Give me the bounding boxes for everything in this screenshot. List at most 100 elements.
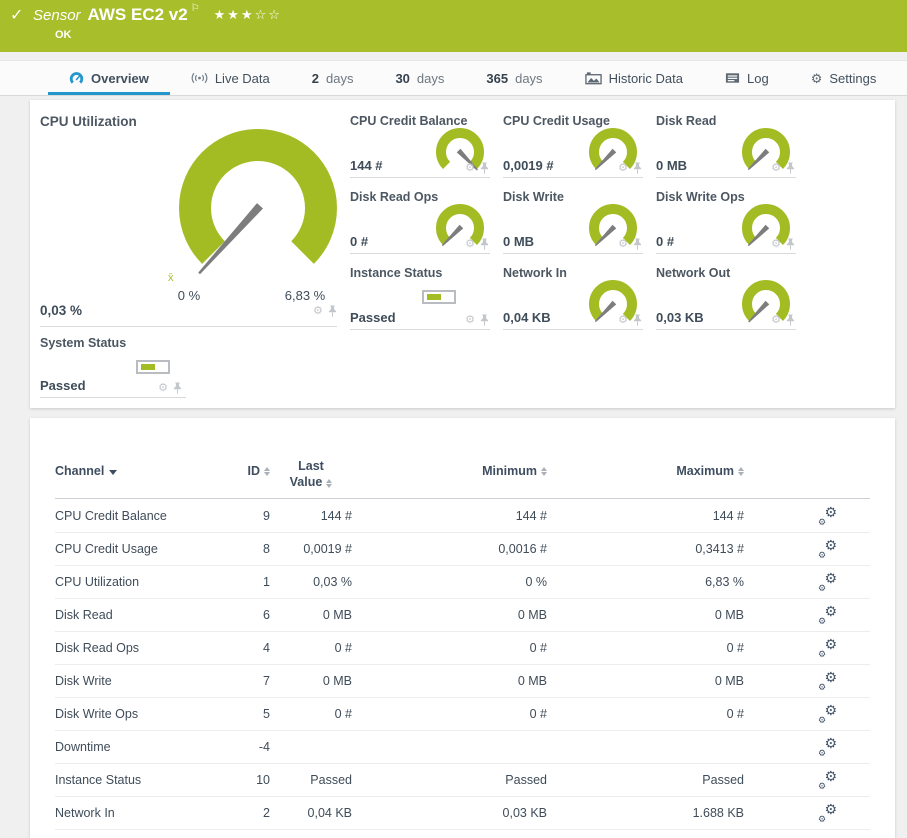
gear-icon[interactable]: ⚙: [771, 163, 781, 174]
pin-icon[interactable]: [480, 314, 489, 330]
channel-settings-icon[interactable]: ⚙ ⚙: [818, 637, 837, 659]
channel-tile: Network Out 0,03 KB ⚙: [656, 266, 796, 330]
cell-maximum: 1.688 KB: [692, 806, 744, 820]
pin-icon[interactable]: [786, 314, 795, 330]
gauge-max-label: 6,83 %: [284, 288, 326, 303]
pin-icon[interactable]: [480, 238, 489, 254]
cell-minimum: 0 #: [529, 707, 547, 721]
table-row: CPU Credit Usage 8 0,0019 # 0,0016 # 0,3…: [55, 533, 870, 566]
cell-id: 4: [263, 641, 270, 655]
column-header-id[interactable]: ID: [215, 458, 270, 498]
tab-number: 2: [311, 70, 319, 86]
log-icon: [725, 72, 740, 84]
tab-log[interactable]: Log: [704, 61, 790, 95]
tab-overview[interactable]: Overview: [48, 61, 170, 95]
prtg-sensor-page: ✓ Sensor AWS EC2 v2 ⚐ ★★★☆☆ OK Overview …: [0, 0, 907, 838]
cell-channel: Disk Read Ops: [55, 641, 140, 655]
channel-settings-icon[interactable]: ⚙ ⚙: [818, 769, 837, 791]
channel-tile: CPU Credit Usage 0,0019 # ⚙: [503, 114, 643, 178]
sensor-kind-label: Sensor: [33, 6, 81, 24]
column-header-maximum[interactable]: Maximum: [547, 458, 744, 498]
gear-icon[interactable]: ⚙: [465, 163, 475, 174]
channel-tile: Disk Read 0 MB ⚙: [656, 114, 796, 178]
pin-icon[interactable]: [633, 314, 642, 330]
cell-channel: Disk Read: [55, 608, 113, 622]
tab-30-days[interactable]: 30 days: [374, 61, 465, 95]
channel-settings-icon[interactable]: ⚙ ⚙: [818, 736, 837, 758]
channel-tile: Network In 0,04 KB ⚙: [503, 266, 643, 330]
cell-minimum: 0 MB: [517, 674, 547, 688]
tab-live-data[interactable]: Live Data: [170, 61, 291, 95]
cell-id: 9: [263, 509, 270, 523]
channel-value: 0 #: [350, 234, 369, 249]
column-header-last-value[interactable]: Last Value: [270, 458, 352, 498]
pin-icon[interactable]: [786, 238, 795, 254]
column-header-channel[interactable]: Channel: [55, 458, 215, 498]
priority-stars[interactable]: ★★★☆☆: [214, 7, 282, 23]
channel-value: Passed: [40, 378, 86, 393]
tab-label: Historic Data: [608, 70, 683, 86]
tab-historic-data[interactable]: Historic Data: [564, 61, 704, 95]
broadcast-icon: [191, 72, 208, 84]
channel-settings-icon[interactable]: ⚙ ⚙: [818, 670, 837, 692]
channel-title: CPU Utilization: [40, 114, 137, 129]
channel-settings-icon[interactable]: ⚙ ⚙: [818, 703, 837, 725]
gear-icon[interactable]: ⚙: [771, 239, 781, 250]
cell-channel: CPU Credit Usage: [55, 542, 158, 556]
cell-last-value: 144 #: [320, 509, 352, 523]
cell-channel: Disk Write Ops: [55, 707, 139, 721]
cell-minimum: 0 #: [529, 641, 547, 655]
pin-icon[interactable]: [328, 305, 337, 321]
channel-settings-icon[interactable]: ⚙ ⚙: [818, 802, 837, 824]
sensor-name: AWS EC2 v2: [87, 5, 188, 24]
table-header: Channel ID Last Value Minimum Maximum: [55, 458, 870, 499]
pin-icon[interactable]: [786, 162, 795, 178]
sort-icon[interactable]: [326, 479, 333, 488]
pin-icon[interactable]: [633, 238, 642, 254]
pin-icon[interactable]: [173, 382, 182, 398]
gauge-min-label: 0 %: [177, 288, 201, 303]
table-row: CPU Credit Balance 9 144 # 144 # 144 # ⚙…: [55, 500, 870, 533]
tab-365-days[interactable]: 365 days: [465, 61, 563, 95]
channel-settings-icon[interactable]: ⚙ ⚙: [818, 505, 837, 527]
gear-icon[interactable]: ⚙: [618, 163, 628, 174]
cell-last-value: 0 #: [334, 641, 352, 655]
channel-tile: CPU Credit Balance 144 # ⚙: [350, 114, 490, 178]
tab-settings[interactable]: ⚙ Settings: [790, 61, 898, 95]
gear-icon[interactable]: ⚙: [618, 239, 628, 250]
pin-icon[interactable]: [633, 162, 642, 178]
cell-minimum: 0,03 KB: [502, 806, 547, 820]
status-indicator-fill: [141, 364, 155, 370]
gear-icon[interactable]: ⚙: [158, 383, 168, 394]
table-row: Disk Write 7 0 MB 0 MB 0 MB ⚙ ⚙: [55, 665, 870, 698]
table-rows: CPU Credit Balance 9 144 # 144 # 144 # ⚙…: [55, 500, 870, 830]
gauges-panel: CPU Utilization x̄ 0 % 6,83 % 0,03 % ⚙ C…: [30, 100, 895, 408]
tab-2-days[interactable]: 2 days: [291, 61, 375, 95]
column-header-minimum[interactable]: Minimum: [352, 458, 547, 498]
gear-icon[interactable]: ⚙: [465, 315, 475, 326]
cell-id: 5: [263, 707, 270, 721]
table-row: Network In 2 0,04 KB 0,03 KB 1.688 KB ⚙ ⚙: [55, 797, 870, 830]
table-row: Disk Read 6 0 MB 0 MB 0 MB ⚙ ⚙: [55, 599, 870, 632]
gear-icon[interactable]: ⚙: [465, 239, 475, 250]
gear-icon[interactable]: ⚙: [313, 306, 323, 317]
gear-icon[interactable]: ⚙: [771, 315, 781, 326]
gear-icon[interactable]: ⚙: [618, 315, 628, 326]
sensor-title-line: Sensor AWS EC2 v2 ⚐ ★★★☆☆: [33, 3, 282, 25]
cell-maximum: Passed: [702, 773, 744, 787]
cpu-utilization-gauge: [179, 129, 337, 275]
table-row: Instance Status 10 Passed Passed Passed …: [55, 764, 870, 797]
channel-settings-icon[interactable]: ⚙ ⚙: [818, 604, 837, 626]
cell-minimum: 0,0016 #: [498, 542, 547, 556]
tab-label: Settings: [829, 70, 877, 86]
cell-id: 2: [263, 806, 270, 820]
table-row: CPU Utilization 1 0,03 % 0 % 6,83 % ⚙ ⚙: [55, 566, 870, 599]
cell-last-value: 0 MB: [322, 674, 352, 688]
tab-unit: days: [325, 70, 354, 86]
channel-settings-icon[interactable]: ⚙ ⚙: [818, 538, 837, 560]
channel-value: 0 MB: [503, 234, 535, 249]
pin-icon[interactable]: [480, 162, 489, 178]
channel-value: Passed: [350, 310, 396, 325]
channel-settings-icon[interactable]: ⚙ ⚙: [818, 571, 837, 593]
divider: [40, 326, 337, 327]
